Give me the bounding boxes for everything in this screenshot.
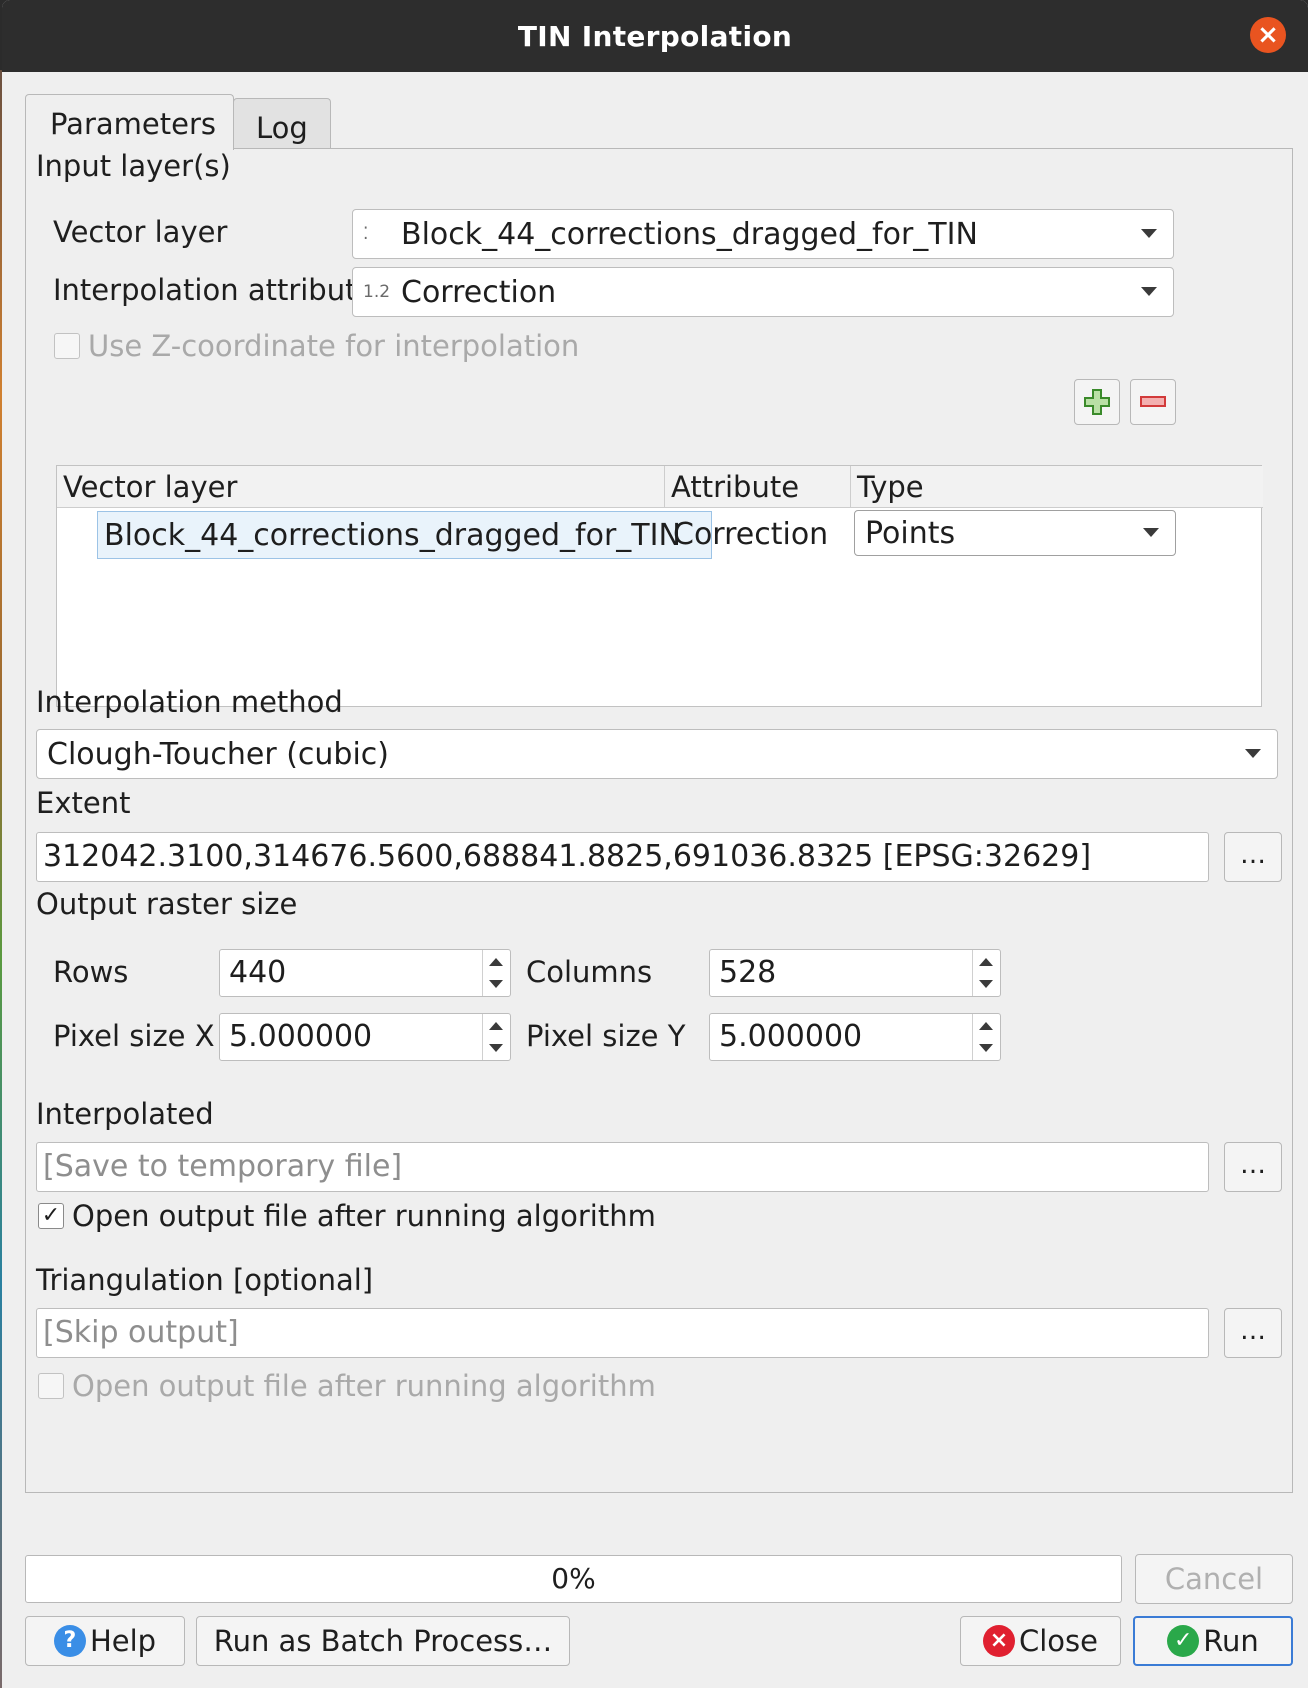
triangulation-browse-button[interactable]: … — [1224, 1308, 1282, 1358]
input-layers-heading: Input layer(s) — [36, 149, 231, 183]
layer-table: Vector layer Attribute Type Block_44_cor… — [56, 465, 1263, 707]
columns-value: 528 — [719, 955, 777, 990]
arrow-up-icon[interactable] — [489, 1022, 503, 1030]
chevron-down-icon — [1141, 229, 1157, 238]
table-row-type-combo[interactable]: Points — [854, 510, 1176, 556]
triangulation-output-input[interactable]: [Skip output] — [36, 1308, 1209, 1358]
pixel-size-y-value: 5.000000 — [719, 1019, 863, 1054]
progress-bar: 0% — [25, 1555, 1122, 1603]
add-layer-button[interactable] — [1074, 379, 1120, 425]
pixel-size-x-value: 5.000000 — [229, 1019, 373, 1054]
table-row-attribute-cell[interactable]: Correction — [673, 517, 828, 552]
tab-parameters[interactable]: Parameters — [25, 94, 234, 150]
extent-label: Extent — [36, 786, 131, 820]
close-icon: × — [983, 1625, 1015, 1657]
tin-interpolation-dialog: TIN Interpolation × Parameters Log Input… — [2, 0, 1308, 1688]
tab-log[interactable]: Log — [233, 98, 331, 152]
use-z-checkbox[interactable] — [54, 333, 80, 359]
help-button[interactable]: ? Help — [25, 1616, 185, 1666]
open-interpolated-label: Open output file after running algorithm — [72, 1199, 656, 1233]
interpolation-method-label: Interpolation method — [36, 685, 343, 719]
vector-layer-combo[interactable]: ⁚ Block_44_corrections_dragged_for_TIN — [352, 209, 1174, 259]
open-interpolated-checkbox[interactable]: ✓ — [38, 1203, 64, 1229]
minus-icon — [1140, 396, 1166, 407]
title-bar: TIN Interpolation × — [2, 0, 1308, 72]
extent-browse-button[interactable]: … — [1224, 832, 1282, 882]
interpolated-browse-button[interactable]: … — [1224, 1142, 1282, 1192]
arrow-up-icon[interactable] — [979, 958, 993, 966]
checkmark-icon: ✓ — [1167, 1625, 1200, 1657]
triangulation-label: Triangulation [optional] — [36, 1263, 374, 1297]
rows-value: 440 — [229, 955, 287, 990]
close-button-label: Close — [1019, 1624, 1098, 1658]
close-button[interactable]: × Close — [960, 1616, 1121, 1666]
chevron-down-icon — [1143, 528, 1159, 537]
interpolation-method-combo[interactable]: Clough-Toucher (cubic) — [36, 729, 1278, 779]
column-header-type[interactable]: Type — [851, 466, 1263, 508]
interpolation-attribute-combo[interactable]: 1.2 Correction — [352, 267, 1174, 317]
vector-layer-label: Vector layer — [53, 215, 228, 249]
run-as-batch-button[interactable]: Run as Batch Process… — [196, 1616, 570, 1666]
pixel-size-y-stepper[interactable] — [972, 1014, 1000, 1060]
interpolation-attribute-label: Interpolation attribute — [53, 273, 375, 307]
column-header-attribute[interactable]: Attribute — [665, 466, 851, 508]
progress-text: 0% — [551, 1562, 596, 1595]
pixel-size-y-spinbox[interactable]: 5.000000 — [709, 1013, 1001, 1061]
columns-spinbox[interactable]: 528 — [709, 949, 1001, 997]
cancel-button[interactable]: Cancel — [1135, 1554, 1293, 1604]
rows-spinbox[interactable]: 440 — [219, 949, 511, 997]
columns-stepper[interactable] — [972, 950, 1000, 996]
pixel-size-x-spinbox[interactable]: 5.000000 — [219, 1013, 511, 1061]
columns-label: Columns — [526, 955, 653, 989]
column-header-vector-layer[interactable]: Vector layer — [57, 466, 665, 508]
pixel-size-x-label: Pixel size X — [53, 1019, 215, 1053]
interpolation-method-value: Clough-Toucher (cubic) — [47, 736, 389, 772]
arrow-up-icon[interactable] — [979, 1022, 993, 1030]
run-button-label: Run — [1203, 1624, 1259, 1658]
window-close-icon[interactable]: × — [1250, 17, 1286, 53]
extent-input[interactable]: 312042.3100,314676.5600,688841.8825,6910… — [36, 832, 1209, 882]
chevron-down-icon — [1245, 749, 1261, 758]
remove-layer-button[interactable] — [1130, 379, 1176, 425]
arrow-down-icon[interactable] — [979, 1044, 993, 1052]
run-button[interactable]: ✓ Run — [1133, 1616, 1293, 1666]
plus-icon — [1084, 389, 1110, 415]
arrow-down-icon[interactable] — [979, 980, 993, 988]
output-raster-size-label: Output raster size — [36, 887, 298, 921]
chevron-down-icon — [1141, 287, 1157, 296]
pixel-size-y-label: Pixel size Y — [526, 1019, 686, 1053]
vector-layer-value: Block_44_corrections_dragged_for_TIN — [401, 216, 978, 252]
table-row-layer-cell[interactable]: Block_44_corrections_dragged_for_TIN — [97, 511, 712, 559]
open-triangulation-checkbox[interactable] — [38, 1373, 64, 1399]
parameters-panel: Input layer(s) Vector layer ⁚ Block_44_c… — [25, 148, 1293, 1493]
pixel-size-x-stepper[interactable] — [482, 1014, 510, 1060]
open-triangulation-label: Open output file after running algorithm — [72, 1369, 656, 1403]
arrow-up-icon[interactable] — [489, 958, 503, 966]
rows-label: Rows — [53, 955, 129, 989]
help-icon: ? — [53, 1625, 86, 1657]
interpolation-attribute-value: Correction — [401, 274, 557, 310]
arrow-down-icon[interactable] — [489, 1044, 503, 1052]
point-layer-icon: ⁚ — [363, 224, 369, 244]
help-button-label: Help — [89, 1624, 157, 1658]
table-row-type-value: Points — [865, 515, 956, 551]
rows-stepper[interactable] — [482, 950, 510, 996]
arrow-down-icon[interactable] — [489, 980, 503, 988]
interpolated-label: Interpolated — [36, 1097, 214, 1131]
interpolated-output-input[interactable]: [Save to temporary file] — [36, 1142, 1209, 1192]
window-title: TIN Interpolation — [517, 19, 793, 53]
decimal-field-icon: 1.2 — [363, 282, 391, 302]
use-z-label: Use Z-coordinate for interpolation — [88, 329, 580, 363]
